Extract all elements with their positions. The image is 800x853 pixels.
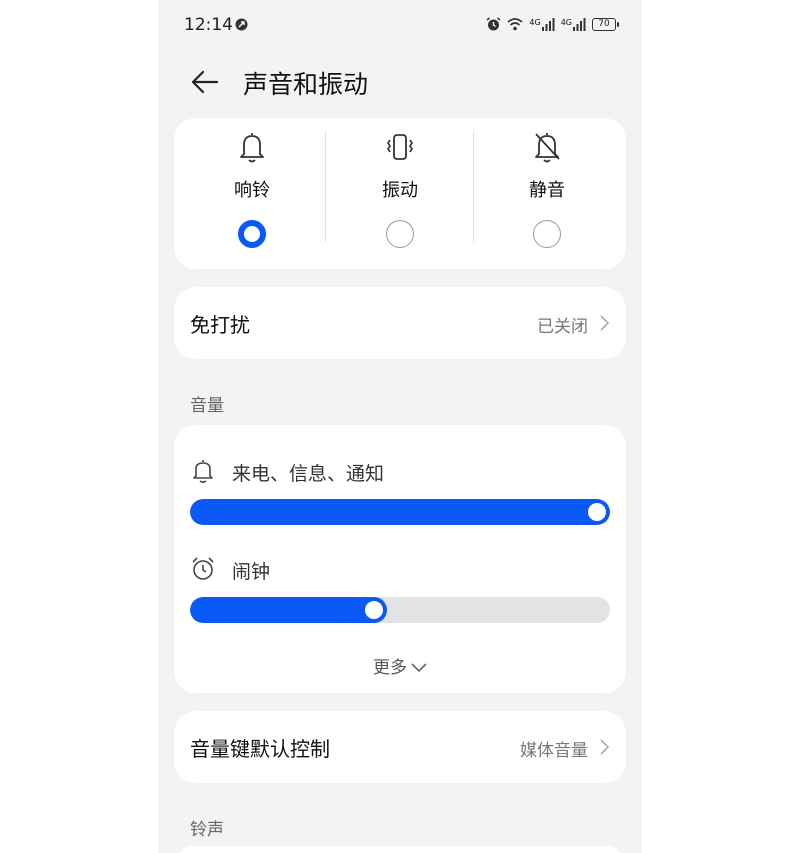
dnd-label: 免打扰 bbox=[190, 313, 250, 337]
dnd-row[interactable]: 免打扰 已关闭 bbox=[174, 287, 626, 359]
more-label: 更多 bbox=[373, 658, 407, 678]
volume-card: 来电、信息、通知 闹钟 更多 bbox=[174, 425, 626, 693]
ringer-volume-fill bbox=[190, 499, 610, 525]
more-button[interactable]: 更多 bbox=[174, 653, 626, 678]
alarm-volume-fill bbox=[190, 597, 387, 623]
status-time: 12:14 bbox=[184, 15, 233, 35]
ringer-volume-slider[interactable] bbox=[190, 499, 610, 525]
signal-icon bbox=[573, 17, 586, 31]
ringtone-section-title: 铃声 bbox=[190, 820, 224, 840]
chevron-right-icon bbox=[600, 315, 610, 331]
mode-vibrate-label: 振动 bbox=[382, 180, 418, 201]
chevron-right-icon bbox=[600, 739, 610, 755]
mode-ring-label: 响铃 bbox=[234, 180, 270, 201]
mode-silent-radio[interactable] bbox=[533, 220, 561, 248]
volume-key-row[interactable]: 音量键默认控制 媒体音量 bbox=[174, 711, 626, 783]
alarm-volume-thumb[interactable] bbox=[365, 601, 383, 619]
location-icon bbox=[235, 18, 248, 31]
signal-2: 4G bbox=[560, 17, 586, 31]
alarm-volume-slider[interactable] bbox=[190, 597, 610, 623]
page-header: 声音和振动 bbox=[158, 55, 642, 110]
battery-level: 70 bbox=[598, 19, 610, 29]
network-type-1: 4G bbox=[529, 17, 541, 27]
mode-vibrate[interactable]: 振动 bbox=[325, 118, 475, 269]
chevron-down-icon bbox=[411, 663, 427, 673]
alarm-volume-label: 闹钟 bbox=[232, 561, 271, 583]
wifi-icon bbox=[507, 18, 523, 31]
volume-key-label: 音量键默认控制 bbox=[190, 737, 330, 761]
mode-vibrate-radio[interactable] bbox=[386, 220, 414, 248]
mode-silent-label: 静音 bbox=[529, 180, 565, 201]
ringtone-card[interactable] bbox=[174, 846, 626, 853]
ringer-volume-thumb[interactable] bbox=[588, 503, 606, 521]
bell-off-icon bbox=[535, 133, 560, 163]
vibrate-icon bbox=[387, 134, 413, 160]
signal-1: 4G bbox=[529, 17, 555, 31]
alarm-clock-icon bbox=[192, 557, 214, 580]
mode-ring-radio[interactable] bbox=[238, 220, 266, 248]
network-type-2: 4G bbox=[560, 17, 572, 27]
page-title: 声音和振动 bbox=[243, 70, 369, 99]
alarm-status-icon bbox=[486, 16, 501, 30]
sound-mode-card: 响铃 振动 静音 bbox=[174, 118, 626, 269]
bell-icon bbox=[240, 133, 264, 163]
bell-icon bbox=[193, 460, 213, 484]
ringer-volume-label: 来电、信息、通知 bbox=[232, 463, 385, 485]
battery-icon: 70 bbox=[592, 17, 619, 31]
volume-key-value: 媒体音量 bbox=[520, 741, 588, 761]
back-arrow-icon[interactable] bbox=[190, 67, 220, 97]
volume-section-title: 音量 bbox=[190, 396, 224, 416]
status-bar: 12:14 4G 4G 70 bbox=[158, 0, 642, 50]
dnd-status: 已关闭 bbox=[537, 317, 588, 337]
status-icons: 4G 4G 70 bbox=[486, 15, 619, 33]
settings-screen: 12:14 4G 4G 70 声音和振动 响铃 振动 静音 免打扰 已关闭 音量… bbox=[158, 0, 642, 853]
signal-icon bbox=[541, 17, 555, 31]
mode-silent[interactable]: 静音 bbox=[472, 118, 622, 269]
mode-ring[interactable]: 响铃 bbox=[177, 118, 327, 269]
